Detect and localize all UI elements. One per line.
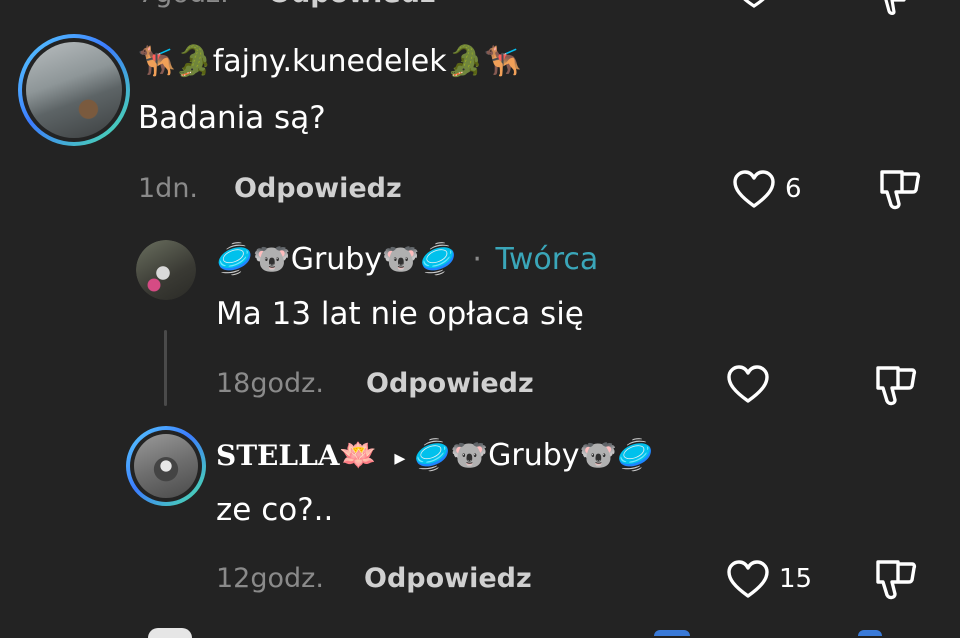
top-heart-icon[interactable] <box>734 0 774 16</box>
avatar-photo <box>134 434 198 498</box>
dislike-icon[interactable] <box>874 558 918 602</box>
next-item-partial <box>858 630 882 636</box>
reply-button[interactable]: Odpowiedz <box>366 368 534 399</box>
badge-separator: · <box>472 242 482 277</box>
dislike-icon[interactable] <box>878 168 922 212</box>
next-item-partial <box>654 630 690 636</box>
reply-button[interactable]: Odpowiedz <box>364 563 532 594</box>
heart-icon[interactable] <box>726 560 770 600</box>
username: fajny.kunedelek <box>212 44 447 79</box>
heart-icon[interactable] <box>732 170 776 210</box>
user-suffix-emoji: 🐊🐕‍🦺 <box>446 44 522 79</box>
heart-icon[interactable] <box>726 365 770 405</box>
user-prefix-emoji: 🐕‍🦺🐊 <box>138 44 213 79</box>
reply-arrow-icon: ▸ <box>394 446 406 471</box>
reply-button[interactable]: Odpowiedz <box>234 173 402 204</box>
like-count: 15 <box>779 564 813 594</box>
user-suffix-emoji: 🪷 <box>339 438 377 473</box>
user-suffix-emoji: 🐨🥏 <box>382 242 457 277</box>
avatar-photo <box>136 240 196 300</box>
username: Gruby <box>290 242 383 277</box>
avatar-stella[interactable] <box>126 426 206 506</box>
comment-text: ze co?.. <box>216 492 334 528</box>
comment-time: 18godz. <box>216 368 324 399</box>
reply-target-name[interactable]: Gruby <box>488 438 579 473</box>
comment-author[interactable]: 🐕‍🦺🐊fajny.kunedelek🐊🐕‍🦺 <box>138 44 521 79</box>
top-dislike-icon[interactable] <box>880 0 920 16</box>
username: STELLA <box>216 439 340 472</box>
top-time: 7godz. <box>138 0 229 9</box>
comment-author[interactable]: 🥏🐨Gruby🐨🥏 · Twórca <box>216 242 598 277</box>
comment-time: 12godz. <box>216 563 324 594</box>
comment-time: 1dn. <box>138 173 199 204</box>
like-count: 6 <box>785 174 802 204</box>
avatar-photo <box>26 42 122 138</box>
user-prefix-emoji: 🥏🐨 <box>216 242 291 277</box>
target-prefix-emoji: 🥏🐨 <box>413 438 489 473</box>
creator-badge: Twórca <box>495 242 599 277</box>
comment-text: Badania są? <box>138 100 326 136</box>
thread-line <box>164 330 167 406</box>
target-suffix-emoji: 🐨🥏 <box>579 438 655 473</box>
avatar-gruby[interactable] <box>136 240 196 300</box>
comment-text: Ma 13 lat nie opłaca się <box>216 296 584 332</box>
dislike-icon[interactable] <box>874 364 918 408</box>
avatar-fajny-kunedelek[interactable] <box>18 34 130 146</box>
next-item-partial <box>148 628 192 638</box>
top-reply-button[interactable]: Odpowiedz <box>268 0 436 9</box>
comment-author[interactable]: STELLA🪷 ▸ 🥏🐨Gruby🐨🥏 <box>216 438 654 473</box>
